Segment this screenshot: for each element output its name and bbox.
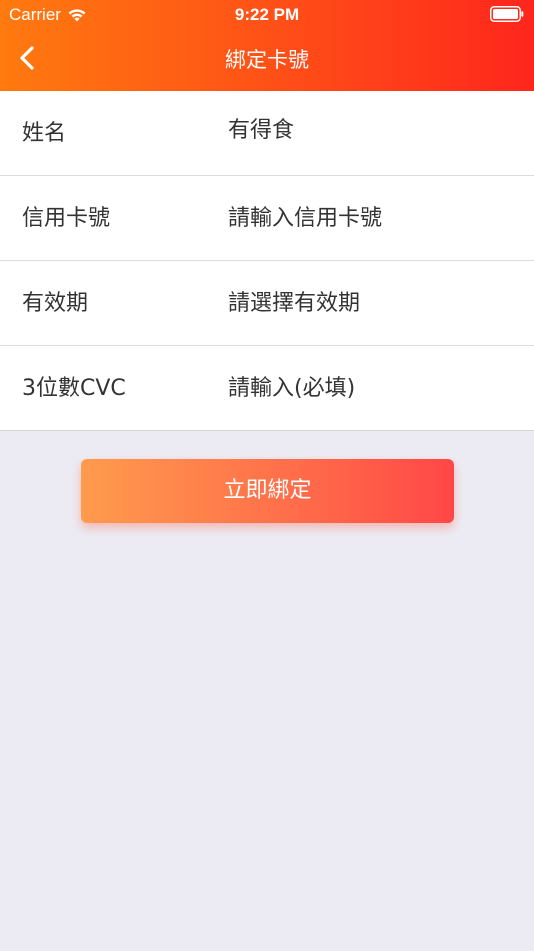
card-number-field[interactable]: 請輸入信用卡號 xyxy=(228,176,518,261)
cvc-label: 3位數CVC xyxy=(22,376,126,401)
expiry-row: 有效期 請選擇有效期 xyxy=(0,261,534,346)
card-form: 姓名 有得食 信用卡號 請輸入信用卡號 有效期 請選擇有效期 3位數CVC 請輸… xyxy=(0,91,534,431)
status-bar: Carrier 9:22 PM xyxy=(0,0,534,30)
nav-bar: 綁定卡號 xyxy=(0,30,534,86)
card-number-label: 信用卡號 xyxy=(22,206,111,231)
bind-now-button[interactable]: 立即綁定 xyxy=(81,459,454,523)
status-time: 9:22 PM xyxy=(234,5,300,24)
name-label: 姓名 xyxy=(22,121,67,146)
name-row: 姓名 有得食 xyxy=(0,91,534,176)
card-number-row: 信用卡號 請輸入信用卡號 xyxy=(0,176,534,261)
cvc-field[interactable]: 請輸入(必填) xyxy=(228,346,518,431)
name-value: 有得食 xyxy=(228,118,295,143)
cvc-row: 3位數CVC 請輸入(必填) xyxy=(0,346,534,431)
header: Carrier 9:22 PM 綁定卡號 xyxy=(0,0,534,91)
expiry-picker[interactable]: 請選擇有效期 xyxy=(228,261,518,346)
page-title: 綁定卡號 xyxy=(225,48,309,72)
battery-icon xyxy=(490,6,524,22)
expiry-label: 有效期 xyxy=(22,291,89,316)
bind-card-screen: Carrier 9:22 PM 綁定卡號 姓名 有得食 信用卡號 請輸入信用卡號… xyxy=(0,0,534,951)
